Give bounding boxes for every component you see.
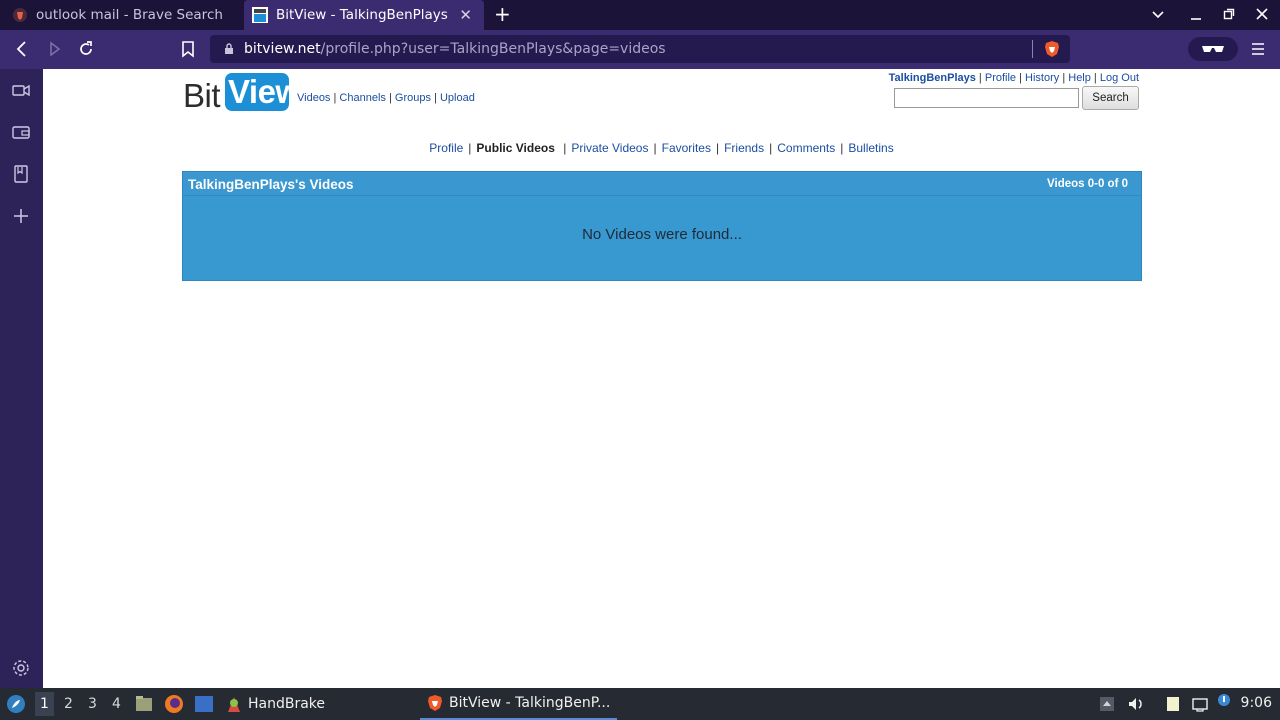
lock-icon[interactable] (224, 43, 234, 55)
desktop-taskbar: 1 2 3 4 HandBrake BitView - TalkingBenP.… (0, 688, 1280, 720)
brave-icon (428, 695, 442, 711)
url-text[interactable]: bitview.net/profile.php?user=TalkingBenP… (244, 41, 666, 57)
browser-toolbar: bitview.net/profile.php?user=TalkingBenP… (0, 30, 1280, 69)
user-logout-link[interactable]: Log Out (1100, 72, 1139, 84)
bitview-favicon-icon (252, 7, 268, 23)
tab-favorites[interactable]: Favorites (662, 141, 711, 155)
workspace-2[interactable]: 2 (64, 696, 73, 712)
clipboard-icon[interactable] (1165, 696, 1181, 712)
separator: | (559, 141, 567, 155)
url-host: bitview.net (244, 41, 321, 57)
logo-text-view: View (225, 73, 301, 111)
nav-channels-link[interactable]: Channels (339, 92, 385, 104)
workspace-4[interactable]: 4 (112, 696, 121, 712)
user-help-link[interactable]: Help (1068, 72, 1091, 84)
nav-videos-link[interactable]: Videos (297, 92, 330, 104)
tab-list-chevron-icon[interactable] (1152, 9, 1164, 21)
page-content: Bit View Videos | Channels | Groups | Up… (43, 69, 1280, 688)
bitview-logo[interactable]: Bit View (183, 73, 301, 114)
terminal-icon[interactable] (194, 695, 214, 713)
videos-panel: TalkingBenPlays's Videos Videos 0-0 of 0… (182, 171, 1142, 281)
vpn-button[interactable] (1188, 37, 1238, 61)
workspace-1[interactable]: 1 (35, 692, 54, 716)
url-path: /profile.php?user=TalkingBenPlays&page=v… (320, 41, 666, 57)
videos-panel-title: TalkingBenPlays's Videos (188, 177, 354, 192)
browser-tab-bar: outlook mail - Brave Search BitView - Ta… (0, 0, 1280, 30)
address-bar-divider (1032, 40, 1033, 58)
separator: | (840, 141, 844, 155)
reading-list-icon[interactable] (12, 165, 30, 183)
separator: | (769, 141, 773, 155)
taskbar-task-handbrake[interactable]: HandBrake (224, 688, 325, 720)
tab-private-videos[interactable]: Private Videos (571, 141, 648, 155)
network-icon[interactable] (1192, 696, 1208, 712)
video-icon[interactable] (12, 81, 30, 99)
maximize-icon[interactable] (1223, 8, 1235, 20)
address-bar[interactable]: bitview.net/profile.php?user=TalkingBenP… (210, 35, 1070, 63)
task-label: BitView - TalkingBenP... (449, 695, 611, 711)
username-link[interactable]: TalkingBenPlays (889, 72, 976, 84)
tray-up-arrow-icon[interactable] (1099, 696, 1115, 712)
tab-bitview[interactable]: BitView - TalkingBenPlays ✕ (244, 0, 484, 30)
menu-icon[interactable] (1251, 42, 1265, 56)
file-manager-icon[interactable] (135, 695, 153, 713)
nav-groups-link[interactable]: Groups (395, 92, 431, 104)
tab-friends[interactable]: Friends (724, 141, 764, 155)
tab-bulletins[interactable]: Bulletins (848, 141, 893, 155)
taskbar-clock: 9:06 (1240, 695, 1272, 711)
new-tab-icon[interactable]: + (494, 4, 511, 24)
tab-profile[interactable]: Profile (429, 141, 463, 155)
workspace-3[interactable]: 3 (88, 696, 97, 712)
user-history-link[interactable]: History (1025, 72, 1059, 84)
site-nav: Videos | Channels | Groups | Upload (297, 92, 475, 104)
bookmark-icon[interactable] (181, 40, 195, 58)
close-window-icon[interactable] (1256, 8, 1268, 20)
separator: | (653, 141, 657, 155)
logo-text-bit: Bit (183, 77, 221, 114)
profile-tabs: Profile | Public Videos | Private Videos | Fa… (43, 141, 1280, 155)
private-window-glasses-icon (1202, 46, 1224, 52)
add-sidebar-item-icon[interactable] (12, 207, 30, 225)
minimize-icon[interactable] (1190, 9, 1202, 21)
separator: | (715, 141, 720, 155)
separator: | (468, 141, 472, 155)
brave-shields-icon[interactable] (1044, 40, 1060, 58)
back-icon[interactable] (14, 40, 30, 58)
tab-comments[interactable]: Comments (777, 141, 835, 155)
user-nav: TalkingBenPlays | Profile | History | He… (888, 72, 1139, 84)
videos-panel-header: TalkingBenPlays's Videos Videos 0-0 of 0 (183, 172, 1141, 196)
handbrake-icon (228, 697, 240, 712)
empty-state-message: No Videos were found... (582, 226, 742, 243)
taskbar-task-brave[interactable]: BitView - TalkingBenP... (420, 688, 617, 720)
tab-brave-search[interactable]: outlook mail - Brave Search (0, 0, 242, 30)
tab-title: BitView - TalkingBenPlays (276, 7, 448, 23)
videos-count: Videos 0-0 of 0 (1047, 178, 1128, 190)
browser-sidebar (0, 69, 43, 688)
task-label: HandBrake (248, 696, 326, 712)
site-search-input[interactable] (894, 88, 1079, 108)
nav-upload-link[interactable]: Upload (440, 92, 475, 104)
site-search-button[interactable]: Search (1082, 86, 1139, 110)
forward-icon[interactable] (46, 40, 62, 58)
sidebar-settings-gear-icon[interactable] (12, 659, 30, 677)
wallet-icon[interactable] (12, 123, 30, 141)
reload-icon[interactable] (78, 40, 94, 58)
close-tab-icon[interactable]: ✕ (459, 6, 472, 24)
user-profile-link[interactable]: Profile (985, 72, 1016, 84)
firefox-icon[interactable] (164, 694, 184, 714)
tab-public-videos[interactable]: Public Videos (476, 141, 554, 155)
brave-search-icon (13, 8, 27, 22)
volume-icon[interactable] (1128, 696, 1144, 712)
notification-icon[interactable] (1216, 692, 1232, 708)
tab-title: outlook mail - Brave Search (36, 7, 223, 23)
start-menu-icon[interactable] (6, 694, 26, 714)
